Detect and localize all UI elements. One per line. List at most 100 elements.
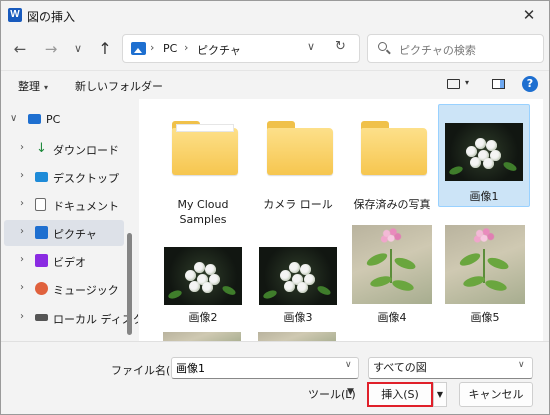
forward-arrow-icon[interactable]: →	[40, 39, 62, 59]
folder-icon	[172, 121, 238, 175]
breadcrumb-pictures[interactable]: ピクチャ	[197, 42, 241, 58]
back-arrow-icon[interactable]: ←	[9, 39, 31, 59]
folder-saved-pictures[interactable]: 保存済みの写真	[347, 107, 437, 227]
folder-icon	[361, 121, 427, 175]
sidebar-item-label: ビデオ	[53, 256, 86, 269]
image-thumbnail-partial[interactable]	[258, 332, 336, 341]
search-box[interactable]: ピクチャの検索	[367, 34, 544, 63]
file-type-dropdown-chevron-icon[interactable]: ∨	[518, 360, 525, 370]
image-thumbnail	[259, 247, 337, 305]
sidebar-item-documents[interactable]: › ドキュメント	[4, 192, 124, 218]
dialog-title: 図の挿入	[27, 10, 76, 24]
help-icon[interactable]: ?	[522, 76, 538, 92]
music-icon	[35, 282, 48, 295]
organize-dropdown-icon: ▾	[44, 83, 49, 92]
file-type-select[interactable]: すべての図	[368, 357, 533, 379]
collapse-chevron-icon[interactable]: ∨	[10, 113, 17, 124]
file-list-scrollbar[interactable]	[544, 99, 549, 341]
toolbar-divider	[1, 70, 549, 71]
address-bar[interactable]: › PC › ピクチャ ∨ ↻	[122, 34, 360, 63]
search-input[interactable]: ピクチャの検索	[399, 42, 476, 58]
organize-label: 整理	[18, 80, 40, 93]
filename-field[interactable]	[171, 357, 359, 379]
sidebar-item-local-disk[interactable]: › ローカル ディスク (	[4, 305, 138, 331]
file-label: 画像5	[470, 311, 500, 324]
breadcrumb-separator-icon: ›	[184, 41, 189, 54]
organize-button[interactable]: 整理 ▾	[18, 78, 48, 94]
preview-pane-icon[interactable]	[492, 79, 505, 89]
file-label: 画像4	[377, 311, 407, 324]
expand-chevron-icon[interactable]: ›	[20, 170, 24, 181]
sidebar-item-desktop[interactable]: › デスクトップ	[4, 164, 124, 190]
sidebar-item-pc[interactable]: ∨ PC	[4, 107, 124, 133]
folder-my-cloud-samples[interactable]: My Cloud Samples	[158, 107, 248, 227]
sidebar-item-videos[interactable]: › ビデオ	[4, 248, 124, 274]
file-image5[interactable]: 画像5	[440, 225, 530, 328]
image-thumbnail	[445, 225, 525, 304]
sidebar-item-label: ドキュメント	[53, 200, 119, 213]
folder-icon	[267, 121, 333, 175]
expand-chevron-icon[interactable]: ›	[20, 254, 24, 265]
insert-button[interactable]: 挿入(S)	[367, 382, 433, 407]
pictures-location-icon	[131, 42, 146, 55]
address-dropdown-chevron-icon[interactable]: ∨	[307, 40, 315, 53]
file-image2[interactable]: 画像2	[158, 233, 248, 328]
recent-locations-chevron-icon[interactable]: ∨	[67, 39, 89, 59]
sidebar-item-pictures[interactable]: › ピクチャ	[4, 220, 124, 246]
refresh-icon[interactable]: ↻	[335, 39, 346, 54]
title-bar: W 図の挿入 ✕	[1, 1, 549, 29]
file-label: カメラ ロール	[263, 198, 333, 211]
sidebar-item-music[interactable]: › ミュージック	[4, 276, 124, 302]
video-icon	[35, 254, 48, 267]
filename-dropdown-chevron-icon[interactable]: ∨	[345, 360, 352, 370]
image-thumbnail	[445, 123, 523, 181]
sidebar-scrollbar[interactable]	[127, 233, 132, 335]
expand-chevron-icon[interactable]: ›	[20, 282, 24, 293]
file-image1[interactable]: 画像1	[438, 104, 530, 207]
sidebar-item-downloads[interactable]: › ↓ ダウンロード	[4, 136, 124, 162]
file-label: 画像1	[469, 190, 499, 203]
word-app-icon: W	[8, 8, 22, 22]
expand-chevron-icon[interactable]: ›	[20, 198, 24, 209]
cancel-button[interactable]: キャンセル	[459, 382, 533, 407]
view-dropdown-icon[interactable]: ▾	[465, 78, 469, 87]
desktop-icon	[35, 172, 48, 182]
search-icon	[378, 42, 387, 51]
close-button[interactable]: ✕	[516, 5, 542, 25]
insert-picture-dialog: W 図の挿入 ✕ ← → ∨ ↑ › PC › ピクチャ ∨ ↻ ピクチャの検索…	[0, 0, 550, 415]
new-folder-button[interactable]: 新しいフォルダー	[75, 78, 163, 94]
download-icon: ↓	[36, 141, 47, 156]
file-label: 保存済みの写真	[353, 198, 431, 211]
insert-options-dropdown-icon[interactable]: ▼	[433, 382, 447, 407]
up-arrow-icon[interactable]: ↑	[94, 39, 116, 59]
image-thumbnail	[352, 225, 432, 304]
disk-icon	[35, 314, 48, 321]
bottom-divider	[1, 341, 549, 342]
breadcrumb-pc[interactable]: PC	[163, 42, 177, 55]
file-label: 画像2	[188, 311, 218, 324]
breadcrumb-separator-icon: ›	[150, 41, 155, 54]
file-list: My Cloud Samples カメラ ロール 保存済みの写真 画像1 画像2…	[139, 99, 543, 341]
sidebar-item-label: ミュージック	[53, 284, 119, 297]
sidebar-item-label: PC	[46, 113, 61, 126]
tools-dropdown-icon[interactable]: ▼	[347, 387, 354, 397]
document-icon	[35, 198, 46, 211]
file-label: My Cloud Samples	[177, 198, 229, 226]
image-thumbnail	[164, 247, 242, 305]
image-thumbnail-partial[interactable]	[163, 332, 241, 341]
navigation-pane: ∨ PC › ↓ ダウンロード › デスクトップ › ドキュメント › ピクチャ…	[1, 99, 138, 341]
sidebar-item-label: デスクトップ	[53, 172, 119, 185]
pc-icon	[28, 114, 41, 124]
sidebar-item-label: ダウンロード	[53, 144, 119, 157]
expand-chevron-icon[interactable]: ›	[20, 226, 24, 237]
expand-chevron-icon[interactable]: ›	[20, 311, 24, 322]
folder-camera-roll[interactable]: カメラ ロール	[253, 107, 343, 227]
sidebar-item-label: ピクチャ	[53, 228, 97, 241]
sidebar-item-label: ローカル ディスク (	[53, 313, 138, 326]
file-label: 画像3	[283, 311, 313, 324]
file-image3[interactable]: 画像3	[253, 233, 343, 328]
expand-chevron-icon[interactable]: ›	[20, 142, 24, 153]
view-mode-icon[interactable]	[447, 79, 460, 89]
pictures-icon	[35, 226, 48, 239]
file-image4[interactable]: 画像4	[347, 225, 437, 328]
